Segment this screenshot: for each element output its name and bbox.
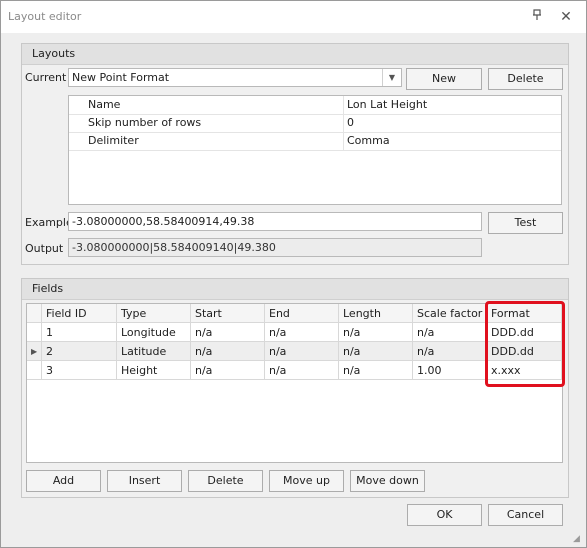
table-cell[interactable]: n/a	[191, 342, 265, 361]
table-cell[interactable]: 2	[42, 342, 117, 361]
move-down-button[interactable]: Move down	[350, 470, 425, 492]
close-icon[interactable]: ✕	[558, 9, 574, 25]
table-cell[interactable]: n/a	[265, 361, 339, 380]
table-cell[interactable]: 1	[42, 323, 117, 342]
property-name: Skip number of rows	[88, 116, 202, 129]
property-value[interactable]: 0	[343, 114, 354, 132]
current-label: Current	[25, 71, 67, 84]
output-label: Output	[25, 242, 64, 255]
test-button[interactable]: Test	[488, 212, 563, 234]
column-header[interactable]: Start	[191, 304, 265, 323]
format-column-highlight	[485, 301, 565, 387]
row-indicator[interactable]	[27, 323, 42, 342]
fields-group-title: Fields	[32, 282, 64, 295]
column-header[interactable]: Length	[339, 304, 413, 323]
column-header[interactable]: Scale factor	[413, 304, 487, 323]
column-header[interactable]: Field ID	[42, 304, 117, 323]
table-cell[interactable]: n/a	[339, 361, 413, 380]
cancel-button[interactable]: Cancel	[488, 504, 563, 526]
current-layout-value: New Point Format	[72, 71, 170, 84]
property-row-skip-rows[interactable]: Skip number of rows 0	[69, 114, 561, 133]
fields-group-header: Fields	[22, 279, 568, 300]
layouts-group-header: Layouts	[22, 44, 568, 65]
layout-editor-window: Layout editor ✕ Layouts Current New Poin…	[0, 0, 587, 548]
pin-icon[interactable]	[529, 9, 545, 25]
chevron-down-icon[interactable]: ▼	[382, 69, 401, 86]
table-cell[interactable]: Latitude	[117, 342, 191, 361]
table-cell[interactable]: n/a	[191, 361, 265, 380]
row-indicator[interactable]	[27, 361, 42, 380]
property-row-name[interactable]: Name Lon Lat Height	[69, 96, 561, 115]
column-header[interactable]: Type	[117, 304, 191, 323]
table-cell[interactable]: n/a	[413, 323, 487, 342]
example-label: Example	[25, 216, 73, 229]
table-cell[interactable]: 3	[42, 361, 117, 380]
property-row-delimiter[interactable]: Delimiter Comma	[69, 132, 561, 151]
move-up-button[interactable]: Move up	[269, 470, 344, 492]
add-field-button[interactable]: Add	[26, 470, 101, 492]
window-title: Layout editor	[8, 10, 82, 23]
fields-table: Field ID Type Start End Length Scale fac…	[26, 303, 563, 463]
insert-field-button[interactable]: Insert	[107, 470, 182, 492]
layout-properties-grid: Name Lon Lat Height Skip number of rows …	[68, 95, 562, 205]
column-header[interactable]: End	[265, 304, 339, 323]
table-cell[interactable]: n/a	[339, 323, 413, 342]
layouts-group-title: Layouts	[32, 47, 76, 60]
example-input[interactable]: -3.08000000,58.58400914,49.38	[68, 212, 482, 231]
ok-button[interactable]: OK	[407, 504, 482, 526]
resize-grip-icon[interactable]: ◢	[573, 534, 583, 544]
table-cell[interactable]: n/a	[265, 342, 339, 361]
table-cell[interactable]: n/a	[413, 342, 487, 361]
property-name: Name	[88, 98, 121, 111]
table-cell[interactable]: Height	[117, 361, 191, 380]
property-name: Delimiter	[88, 134, 139, 147]
new-layout-button[interactable]: New	[406, 68, 482, 90]
table-cell[interactable]: n/a	[191, 323, 265, 342]
table-cell[interactable]: 1.00	[413, 361, 487, 380]
delete-layout-button[interactable]: Delete	[488, 68, 563, 90]
table-cell[interactable]: Longitude	[117, 323, 191, 342]
title-bar: Layout editor ✕	[1, 1, 586, 33]
current-layout-combo[interactable]: New Point Format ▼	[68, 68, 402, 87]
delete-field-button[interactable]: Delete	[188, 470, 263, 492]
row-indicator-arrow-icon[interactable]: ▶	[27, 342, 42, 361]
table-cell[interactable]: n/a	[339, 342, 413, 361]
table-cell[interactable]: n/a	[265, 323, 339, 342]
property-value[interactable]: Comma	[343, 132, 390, 150]
row-indicator-header	[27, 304, 42, 323]
output-field: -3.080000000|58.584009140|49.380	[68, 238, 482, 257]
property-value[interactable]: Lon Lat Height	[343, 96, 427, 114]
